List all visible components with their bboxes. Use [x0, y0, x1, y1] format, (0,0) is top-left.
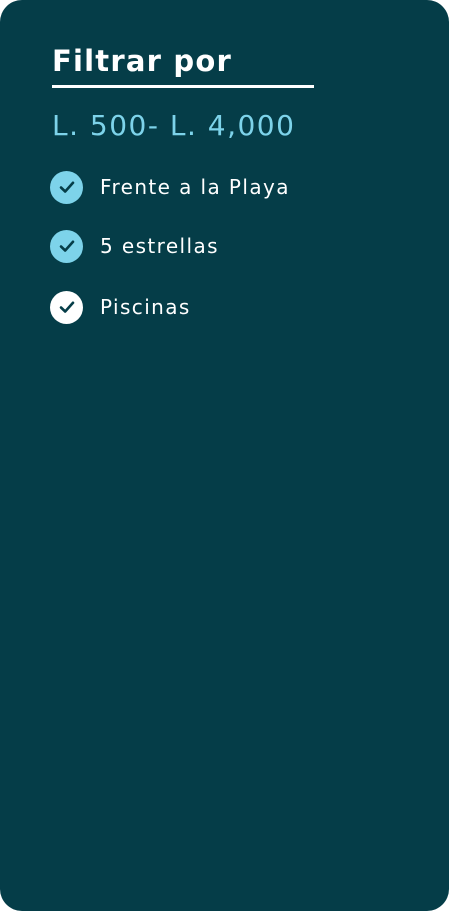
filter-option-frente-a-la-playa[interactable]: Frente a la Playa [50, 170, 290, 204]
filter-option-label: Frente a la Playa [100, 175, 290, 199]
check-circle-icon[interactable] [50, 229, 83, 263]
filter-option-label: 5 estrellas [100, 234, 219, 258]
price-range: L. 500- L. 4,000 [52, 109, 296, 142]
check-circle-icon[interactable] [50, 290, 83, 324]
filter-option-label: Piscinas [100, 295, 191, 319]
check-circle-icon[interactable] [50, 170, 83, 204]
filter-title: Filtrar por [52, 44, 233, 78]
title-underline [52, 85, 314, 88]
filter-panel: Filtrar por L. 500- L. 4,000 Frente a la… [0, 0, 449, 911]
filter-option-piscinas[interactable]: Piscinas [50, 290, 191, 324]
filter-option-5-estrellas[interactable]: 5 estrellas [50, 229, 219, 263]
